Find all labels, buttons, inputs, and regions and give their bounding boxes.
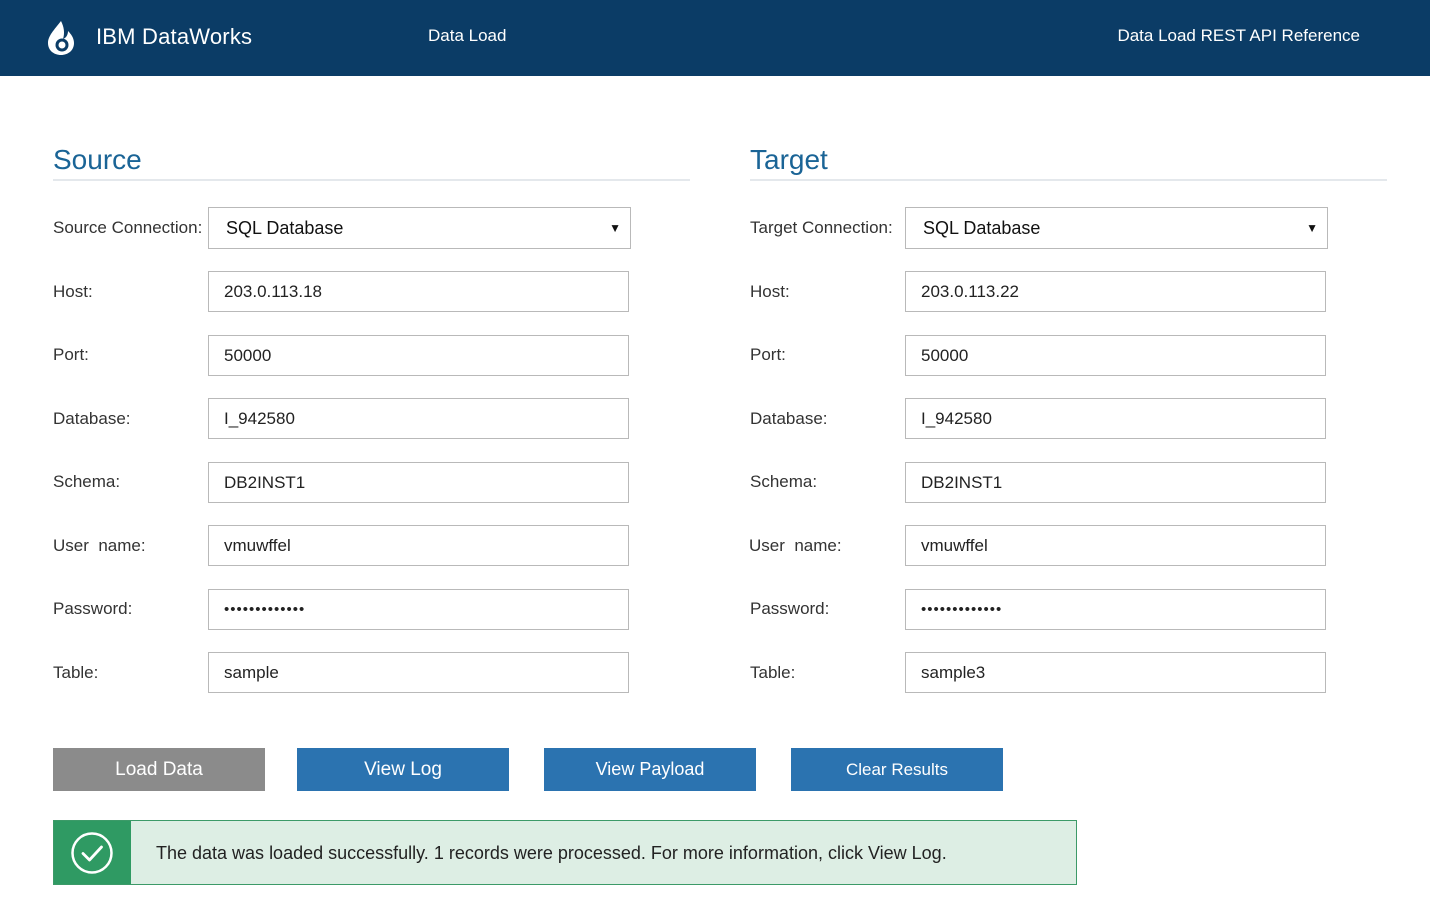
- top-header: IBM DataWorks Data Load Data Load REST A…: [0, 0, 1430, 76]
- target-host-label: Host:: [750, 282, 790, 301]
- view-log-button[interactable]: View Log: [297, 748, 509, 791]
- alert-icon-panel: [54, 821, 131, 884]
- target-connection-select[interactable]: SQL Database ▼: [905, 207, 1328, 249]
- source-schema-label: Schema:: [53, 472, 121, 491]
- target-table-input[interactable]: sample3: [905, 652, 1326, 693]
- target-database-input[interactable]: I_942580: [905, 398, 1326, 439]
- checkmark-circle-icon: [71, 832, 113, 874]
- target-table-label: Table:: [750, 663, 796, 682]
- alert-message: The data was loaded successfully. 1 reco…: [156, 843, 947, 863]
- source-schema-input[interactable]: DB2INST1: [208, 462, 629, 503]
- target-connection-value: SQL Database: [923, 218, 1041, 238]
- target-connection-label: Target Connection:: [750, 218, 893, 237]
- source-host-input[interactable]: 203.0.113.18: [208, 271, 629, 312]
- flame-drop-icon: [48, 21, 74, 55]
- success-alert: The data was loaded successfully. 1 reco…: [53, 820, 1077, 885]
- source-connection-value: SQL Database: [226, 218, 344, 238]
- target-password-input[interactable]: •••••••••••••: [905, 589, 1326, 630]
- target-database-label: Database:: [750, 409, 828, 428]
- brand-name: IBM DataWorks: [96, 24, 253, 49]
- target-port-input[interactable]: 50000: [905, 335, 1326, 376]
- source-divider: [53, 179, 690, 181]
- view-payload-button[interactable]: View Payload: [544, 748, 756, 791]
- nav-data-load[interactable]: Data Load: [428, 26, 506, 46]
- source-host-label: Host:: [53, 282, 93, 301]
- target-title: Target: [750, 144, 828, 175]
- target-username-label: User name:: [749, 536, 842, 555]
- source-database-label: Database:: [53, 409, 131, 428]
- target-port-label: Port:: [750, 345, 786, 364]
- target-schema-input[interactable]: DB2INST1: [905, 462, 1326, 503]
- source-connection-select[interactable]: SQL Database ▼: [208, 207, 631, 249]
- source-title: Source: [53, 144, 142, 175]
- source-table-label: Table:: [53, 663, 99, 682]
- source-username-input[interactable]: vmuwffel: [208, 525, 629, 566]
- nav-api-reference[interactable]: Data Load REST API Reference: [1117, 26, 1360, 46]
- source-table-input[interactable]: sample: [208, 652, 629, 693]
- load-data-button[interactable]: Load Data: [53, 748, 265, 791]
- source-password-input[interactable]: •••••••••••••: [208, 589, 629, 630]
- target-schema-label: Schema:: [750, 472, 818, 491]
- target-password-label: Password:: [750, 599, 830, 618]
- source-port-input[interactable]: 50000: [208, 335, 629, 376]
- target-host-input[interactable]: 203.0.113.22: [905, 271, 1326, 312]
- clear-results-button[interactable]: Clear Results: [791, 748, 1003, 791]
- chevron-down-icon: ▼: [1306, 221, 1318, 235]
- source-password-label: Password:: [53, 599, 133, 618]
- target-divider: [750, 179, 1387, 181]
- source-database-input[interactable]: I_942580: [208, 398, 629, 439]
- source-username-label: User name:: [53, 536, 146, 555]
- source-connection-label: Source Connection:: [53, 218, 203, 237]
- chevron-down-icon: ▼: [609, 221, 621, 235]
- target-username-input[interactable]: vmuwffel: [905, 525, 1326, 566]
- source-port-label: Port:: [53, 345, 89, 364]
